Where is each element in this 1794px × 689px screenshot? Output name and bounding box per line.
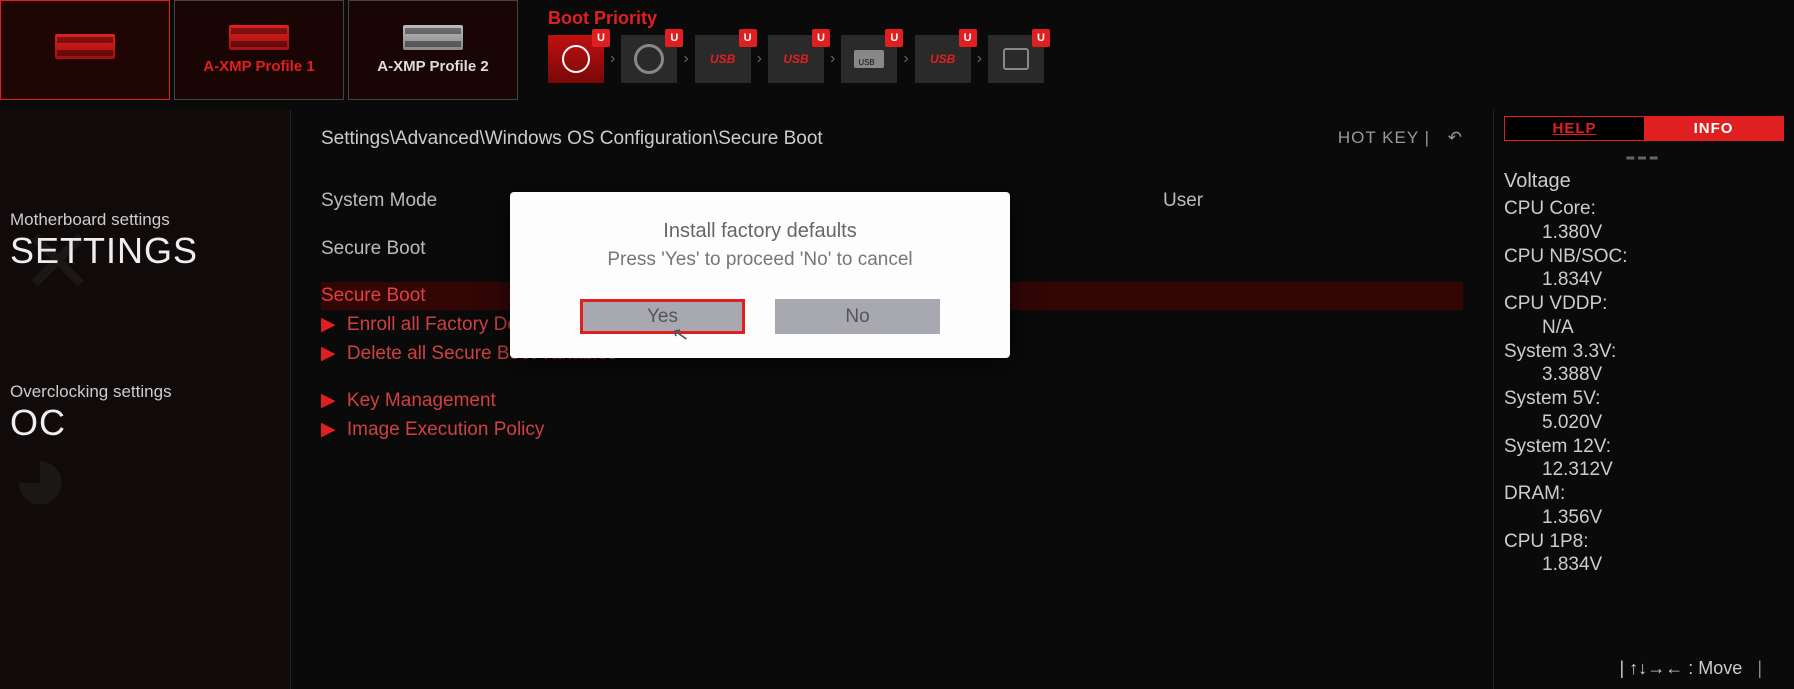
arrow-keys-icon: ↑↓→←	[1629, 658, 1683, 678]
info-list: CPU Core:1.380VCPU NB/SOC:1.834VCPU VDDP…	[1504, 197, 1784, 577]
boot-item-usb[interactable]: USB U	[695, 35, 751, 83]
setting-value: User	[1163, 190, 1463, 212]
xmp-tab-profile-2[interactable]: A-XMP Profile 2	[348, 0, 518, 100]
info-value: 12.312V	[1542, 458, 1784, 482]
info-key: CPU 1P8:	[1504, 530, 1784, 554]
info-value: 1.834V	[1542, 268, 1784, 292]
left-sidebar: ✕ ◕ Motherboard settings SETTINGS Overcl…	[0, 110, 290, 689]
menu-label: Secure Boot	[321, 285, 426, 306]
xmp-tab-profile-1[interactable]: A-XMP Profile 1	[174, 0, 344, 100]
tab-info[interactable]: INFO	[1644, 117, 1783, 140]
uefi-badge: U	[592, 29, 610, 47]
hotkey-separator: |	[1425, 128, 1436, 147]
setting-value	[1163, 238, 1463, 260]
no-button[interactable]: No	[775, 299, 940, 334]
boot-separator: ›	[610, 50, 615, 68]
submenu-arrow-icon: ▶	[321, 314, 336, 335]
info-value: 1.356V	[1542, 506, 1784, 530]
submenu-arrow-icon: ▶	[321, 419, 336, 440]
usb-device-icon: USB	[854, 50, 884, 68]
hotkey-label: HOT KEY | ↶	[1338, 128, 1463, 148]
right-info-panel: HELP INFO ▂▂▂ Voltage CPU Core:1.380VCPU…	[1494, 110, 1794, 689]
sidebar-subtitle: Overclocking settings	[10, 382, 280, 402]
disc-icon	[634, 44, 664, 74]
hdd-icon	[562, 45, 590, 73]
submenu-arrow-icon: ▶	[321, 390, 336, 411]
info-key: System 12V:	[1504, 435, 1784, 459]
uefi-badge: U	[812, 29, 830, 47]
info-key: CPU VDDP:	[1504, 292, 1784, 316]
ram-icon	[403, 25, 463, 50]
boot-priority-title: Boot Priority	[548, 8, 1044, 29]
xmp-tab-label: A-XMP Profile 1	[203, 58, 314, 75]
hotkey-text: HOT KEY	[1338, 128, 1419, 147]
info-value: 1.834V	[1542, 553, 1784, 577]
uefi-badge: U	[739, 29, 757, 47]
boot-item-hdd[interactable]: U	[548, 35, 604, 83]
uefi-badge: U	[885, 29, 903, 47]
boot-separator: ›	[757, 50, 762, 68]
boot-item-usb[interactable]: USB U	[915, 35, 971, 83]
right-tabs: HELP INFO	[1504, 116, 1784, 141]
info-section-voltage: Voltage	[1504, 170, 1784, 193]
yes-button[interactable]: Yes	[580, 299, 745, 334]
dialog-buttons: Yes No	[534, 299, 986, 334]
boot-separator: ›	[977, 50, 982, 68]
info-value: 3.388V	[1542, 363, 1784, 387]
info-key: System 5V:	[1504, 387, 1784, 411]
menu-key-management[interactable]: ▶ Key Management	[321, 386, 1463, 415]
info-value: 5.020V	[1542, 411, 1784, 435]
tab-help[interactable]: HELP	[1505, 117, 1644, 140]
boot-item-usb[interactable]: USB U	[768, 35, 824, 83]
uefi-badge: U	[1032, 29, 1050, 47]
xmp-tab-default[interactable]	[0, 0, 170, 100]
boot-separator: ›	[830, 50, 835, 68]
dialog-message: Press 'Yes' to proceed 'No' to cancel	[534, 249, 986, 271]
tools-bg-icon: ✕	[20, 210, 95, 315]
boot-separator: ›	[683, 50, 688, 68]
menu-label: Key Management	[347, 390, 496, 411]
network-icon	[1003, 48, 1029, 70]
boot-item-usb-device[interactable]: USB U	[841, 35, 897, 83]
info-key: System 3.3V:	[1504, 340, 1784, 364]
info-key: CPU Core:	[1504, 197, 1784, 221]
boot-separator: ›	[903, 50, 908, 68]
boot-priority: Boot Priority U › U › USB U › USB U ›	[548, 0, 1044, 110]
uefi-badge: U	[665, 29, 683, 47]
confirm-dialog: Install factory defaults Press 'Yes' to …	[510, 192, 1010, 358]
nav-hint: | ↑↓→← : Move |	[1620, 658, 1772, 679]
boot-priority-items: U › U › USB U › USB U › USB U	[548, 35, 1044, 83]
breadcrumb: Settings\Advanced\Windows OS Configurati…	[321, 128, 1463, 150]
usb-icon: USB	[930, 52, 955, 66]
info-key: CPU NB/SOC:	[1504, 245, 1784, 269]
ram-icon	[229, 25, 289, 50]
menu-image-execution-policy[interactable]: ▶ Image Execution Policy	[321, 415, 1463, 444]
usb-icon: USB	[710, 52, 735, 66]
gauge-bg-icon: ◕	[10, 420, 70, 535]
panel-grip-icon[interactable]: ▂▂▂	[1504, 149, 1784, 160]
info-key: DRAM:	[1504, 482, 1784, 506]
boot-item-disc[interactable]: U	[621, 35, 677, 83]
dialog-title: Install factory defaults	[534, 220, 986, 243]
info-value: 1.380V	[1542, 221, 1784, 245]
uefi-badge: U	[959, 29, 977, 47]
nav-separator: |	[1620, 658, 1625, 678]
boot-item-network[interactable]: U	[988, 35, 1044, 83]
menu-label: Image Execution Policy	[347, 419, 545, 440]
top-bar: A-XMP Profile 1 A-XMP Profile 2 Boot Pri…	[0, 0, 1794, 110]
nav-separator: |	[1757, 658, 1762, 678]
xmp-tab-label: A-XMP Profile 2	[377, 58, 488, 75]
usb-icon: USB	[783, 52, 808, 66]
nav-move-label: : Move	[1688, 658, 1742, 678]
undo-icon[interactable]: ↶	[1448, 128, 1463, 147]
xmp-tabs: A-XMP Profile 1 A-XMP Profile 2	[0, 0, 518, 110]
ram-icon	[55, 34, 115, 59]
submenu-arrow-icon: ▶	[321, 343, 336, 364]
info-value: N/A	[1542, 316, 1784, 340]
